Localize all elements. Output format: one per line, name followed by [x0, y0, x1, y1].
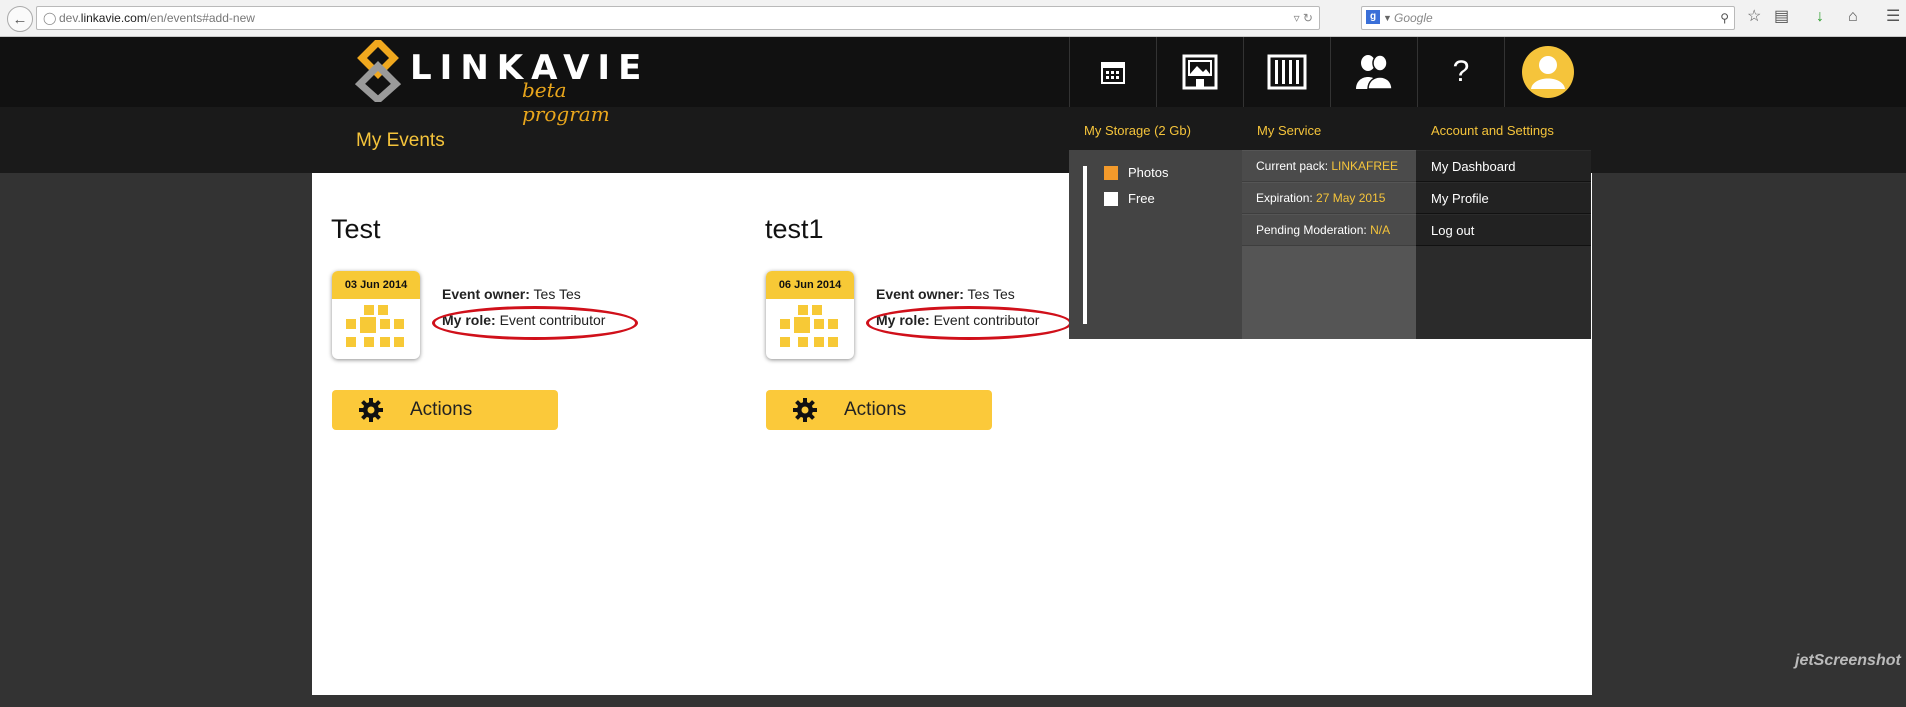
highlight-oval	[866, 306, 1072, 340]
menu-item-dashboard[interactable]: My Dashboard	[1416, 151, 1591, 182]
search-placeholder: Google	[1394, 11, 1433, 25]
avatar-icon	[1522, 46, 1574, 98]
site-header	[0, 37, 1906, 107]
event-owner: Event owner: Tes Tes	[442, 286, 581, 302]
site-logo[interactable]: LINKAVIE beta program	[354, 40, 641, 126]
logo-mark-icon	[354, 40, 402, 102]
search-engine-dropdown-icon[interactable]: ▼	[1383, 7, 1392, 29]
service-expiration: Expiration: 27 May 2015	[1242, 183, 1416, 214]
storage-usage-bar	[1083, 166, 1087, 324]
legend-swatch	[1104, 165, 1118, 180]
legend-swatch	[1104, 191, 1118, 206]
nav-account[interactable]	[1504, 37, 1591, 107]
actions-label: Actions	[844, 399, 907, 420]
nav-help[interactable]: ?	[1417, 37, 1504, 107]
event-calendar-badge[interactable]: 06 Jun 2014	[766, 271, 854, 359]
home-icon[interactable]: ⌂	[1848, 7, 1858, 27]
globe-icon: ◯	[43, 11, 57, 25]
actions-button[interactable]: Actions	[766, 390, 992, 430]
users-icon	[1356, 54, 1393, 90]
service-current-pack: Current pack: LINKAFREE	[1242, 151, 1416, 182]
legend-photos: Photos	[1104, 165, 1168, 180]
actions-button[interactable]: Actions	[332, 390, 558, 430]
logo-subtitle: beta program	[522, 78, 610, 126]
account-heading: Account and Settings	[1431, 123, 1554, 138]
event-title[interactable]: test1	[765, 214, 824, 245]
address-bar[interactable]: ◯ dev.linkavie.com/en/events#add-new ▿ ↻	[36, 6, 1320, 30]
event-title[interactable]: Test	[331, 214, 381, 245]
gear-icon	[793, 398, 817, 422]
back-arrow-icon[interactable]: ←	[7, 6, 33, 32]
menu-icon[interactable]: ☰	[1886, 7, 1900, 27]
storage-heading: My Storage (2 Gb)	[1084, 123, 1191, 138]
legend-free: Free	[1104, 191, 1155, 206]
reload-icon[interactable]: ▿ ↻	[1294, 7, 1313, 29]
event-owner: Event owner: Tes Tes	[876, 286, 1015, 302]
calendar-grid-icon	[332, 299, 420, 359]
service-pending-moderation: Pending Moderation: N/A	[1242, 215, 1416, 246]
calendar-grid-icon	[766, 299, 854, 359]
menu-item-profile[interactable]: My Profile	[1416, 183, 1591, 214]
site-subheader	[0, 107, 1906, 173]
photo-frame-icon	[1182, 54, 1218, 90]
event-date: 03 Jun 2014	[332, 271, 420, 299]
menu-item-logout[interactable]: Log out	[1416, 215, 1591, 246]
search-icon[interactable]: ⚲	[1720, 7, 1729, 29]
event-calendar-badge[interactable]: 03 Jun 2014	[332, 271, 420, 359]
service-heading: My Service	[1257, 123, 1322, 138]
calendar-icon	[1101, 62, 1125, 84]
download-icon[interactable]: ↓	[1816, 7, 1824, 27]
nav-photos[interactable]	[1156, 37, 1243, 107]
search-bar[interactable]: g ▼ Google ⚲	[1361, 6, 1735, 30]
gear-icon	[359, 398, 383, 422]
url-text: dev.linkavie.com/en/events#add-new	[59, 11, 255, 25]
nav-contacts[interactable]	[1330, 37, 1417, 107]
google-icon[interactable]: g	[1366, 10, 1380, 24]
highlight-oval	[432, 306, 638, 340]
bookmark-star-icon[interactable]: ☆	[1747, 7, 1761, 27]
page-title: My Events	[356, 130, 445, 151]
nav-albums[interactable]	[1243, 37, 1330, 107]
grid-icon	[1267, 54, 1307, 90]
browser-toolbar: ← ◯ dev.linkavie.com/en/events#add-new ▿…	[0, 0, 1906, 37]
help-icon: ?	[1452, 55, 1470, 88]
nav-calendar[interactable]	[1069, 37, 1156, 107]
actions-label: Actions	[410, 399, 473, 420]
event-date: 06 Jun 2014	[766, 271, 854, 299]
clipboard-icon[interactable]: ▤	[1774, 7, 1789, 27]
watermark: jetScreenshot	[1795, 652, 1901, 669]
